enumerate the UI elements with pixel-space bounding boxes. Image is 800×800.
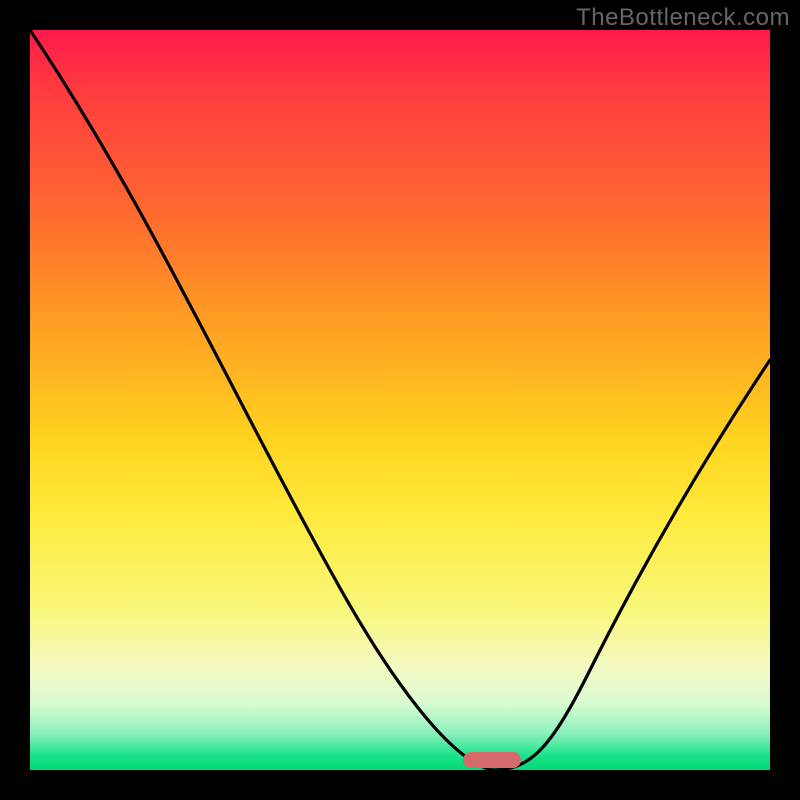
curve-path <box>30 30 770 770</box>
bottleneck-curve <box>30 30 770 770</box>
chart-frame: TheBottleneck.com <box>0 0 800 800</box>
watermark-text: TheBottleneck.com <box>576 4 790 32</box>
optimal-marker <box>463 752 521 768</box>
